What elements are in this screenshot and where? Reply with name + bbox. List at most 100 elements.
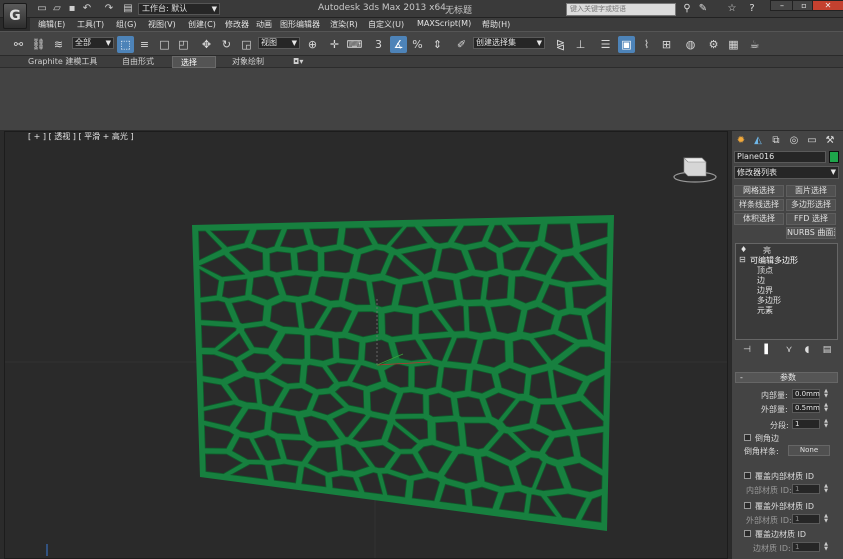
new-file-icon[interactable]: ▭	[36, 3, 48, 14]
link-icon[interactable]: ⚯	[10, 36, 27, 53]
parameters-rollout-header[interactable]: - 参数	[735, 372, 838, 383]
tab-object-paint[interactable]: 对象绘制	[224, 56, 272, 68]
rectangle-region-icon[interactable]: □	[156, 36, 173, 53]
tab-freeform[interactable]: 自由形式	[114, 56, 162, 68]
override-edge-id-checkbox[interactable]	[744, 530, 751, 537]
schematic-view-icon[interactable]: ⊞	[658, 36, 675, 53]
menu-edit[interactable]: 编辑(E)	[38, 19, 65, 30]
stack-item-element[interactable]: 元素	[757, 305, 773, 316]
honeycomb-panel-mesh[interactable]	[192, 215, 614, 531]
favorites-icon[interactable]: ☆	[726, 3, 738, 15]
patch-select-button[interactable]: 面片选择	[786, 185, 836, 197]
named-selection-dropdown[interactable]: 创建选择集 ▼	[473, 37, 545, 49]
perspective-viewport[interactable]	[4, 131, 728, 559]
render-setup-icon[interactable]: ⚙	[705, 36, 722, 53]
menu-tools[interactable]: 工具(T)	[77, 19, 104, 30]
percent-snap-icon[interactable]: %	[409, 36, 426, 53]
configure-sets-icon[interactable]: ▤	[820, 344, 834, 356]
remove-modifier-icon[interactable]: ◖	[800, 344, 814, 356]
menu-create[interactable]: 创建(C)	[188, 19, 216, 30]
align-icon[interactable]: ⊥	[572, 36, 589, 53]
move-icon[interactable]: ✥	[198, 36, 215, 53]
menu-animation[interactable]: 动画	[256, 19, 272, 30]
graphite-toggle-icon[interactable]: ▣	[618, 36, 635, 53]
unlink-icon[interactable]: ⛓	[30, 36, 47, 53]
window-crossing-icon[interactable]: ◰	[175, 36, 192, 53]
bind-space-warp-icon[interactable]: ≋	[50, 36, 67, 53]
menu-modifiers[interactable]: 修改器	[225, 19, 249, 30]
utilities-panel-icon[interactable]: ⚒	[823, 134, 837, 148]
spinner-arrows-icon[interactable]: ▲ ▼	[823, 514, 829, 524]
save-icon[interactable]: ▪	[66, 3, 78, 14]
create-panel-icon[interactable]: ✹	[734, 134, 748, 148]
volume-select-button[interactable]: 体积选择	[734, 213, 784, 225]
menu-rendering[interactable]: 渲染(R)	[330, 19, 358, 30]
viewport-canvas[interactable]	[5, 132, 728, 559]
outer-amount-field[interactable]: 0.5mm	[792, 403, 820, 413]
edit-named-selection-icon[interactable]: ✐	[453, 36, 470, 53]
object-color-swatch[interactable]	[829, 151, 839, 163]
menu-help[interactable]: 帮助(H)	[482, 19, 510, 30]
override-outer-id-checkbox[interactable]	[744, 502, 751, 509]
menu-views[interactable]: 视图(V)	[148, 19, 176, 30]
help-icon[interactable]: ?	[746, 3, 758, 15]
scale-icon[interactable]: ◲	[238, 36, 255, 53]
selection-filter-dropdown[interactable]: 全部 ▼	[72, 37, 114, 49]
chamfer-spline-button[interactable]: None	[788, 445, 830, 456]
undo-icon[interactable]: ↶	[81, 3, 93, 14]
outer-id-field[interactable]: 1	[792, 514, 820, 524]
chamfer-edges-checkbox[interactable]	[744, 434, 751, 441]
spinner-arrows-icon[interactable]: ▲ ▼	[823, 542, 829, 552]
light-bulb-icon[interactable]: ♦	[740, 245, 747, 254]
tab-selection[interactable]: 选择	[172, 56, 216, 68]
minimize-button[interactable]: –	[770, 0, 794, 11]
object-name-field[interactable]: Plane016	[734, 151, 826, 163]
menu-customize[interactable]: 自定义(U)	[368, 19, 404, 30]
select-by-name-icon[interactable]: ≡	[136, 36, 153, 53]
inner-amount-field[interactable]: 0.0mm	[792, 389, 820, 399]
spinner-arrows-icon[interactable]: ▲ ▼	[823, 403, 829, 413]
open-file-icon[interactable]: ▱	[51, 3, 63, 14]
menu-graph-editors[interactable]: 图形编辑器	[280, 19, 320, 30]
edge-id-field[interactable]: 1	[792, 542, 820, 552]
binoculars-icon[interactable]: ⚲	[681, 3, 693, 15]
rendered-frame-icon[interactable]: ▦	[725, 36, 742, 53]
motion-panel-icon[interactable]: ◎	[787, 134, 801, 148]
snaps-toggle-icon[interactable]: 3	[370, 36, 387, 53]
mirror-icon[interactable]: ⧎	[552, 36, 569, 53]
select-manipulate-icon[interactable]: ✛	[326, 36, 343, 53]
pivot-center-icon[interactable]: ⊕	[304, 36, 321, 53]
project-folder-icon[interactable]: ▤	[122, 3, 134, 14]
search-input[interactable]: 键入关键字或短语	[566, 3, 676, 16]
material-editor-icon[interactable]: ◍	[682, 36, 699, 53]
spinner-arrows-icon[interactable]: ▲ ▼	[823, 419, 829, 429]
modify-panel-icon[interactable]: ◭	[751, 134, 765, 148]
override-inner-id-checkbox[interactable]	[744, 472, 751, 479]
mesh-select-button[interactable]: 网格选择	[734, 185, 784, 197]
reference-coordinate-dropdown[interactable]: 视图 ▼	[258, 37, 300, 49]
modifier-list-dropdown[interactable]: 修改器列表 ▼	[734, 166, 839, 179]
menu-maxscript[interactable]: MAXScript(M)	[417, 19, 471, 28]
ribbon-options-icon[interactable]: ◘▾	[285, 56, 311, 68]
menu-group[interactable]: 组(G)	[116, 19, 136, 30]
spinner-arrows-icon[interactable]: ▲ ▼	[823, 389, 829, 399]
segments-field[interactable]: 1	[792, 419, 820, 429]
spinner-snap-icon[interactable]: ⇕	[429, 36, 446, 53]
redo-icon[interactable]: ↷	[103, 3, 115, 14]
spinner-arrows-icon[interactable]: ▲ ▼	[823, 484, 829, 494]
viewcube[interactable]	[672, 154, 718, 184]
spline-select-button[interactable]: 样条线选择	[734, 199, 784, 211]
app-logo[interactable]: G	[3, 3, 27, 29]
display-panel-icon[interactable]: ▭	[805, 134, 819, 148]
render-icon[interactable]: ☕	[746, 36, 763, 53]
poly-select-button[interactable]: 多边形选择	[786, 199, 836, 211]
tab-graphite-modeling[interactable]: Graphite 建模工具	[20, 56, 105, 68]
close-button[interactable]: ✕	[812, 0, 843, 11]
expand-toggle-icon[interactable]: ⊟	[739, 255, 746, 264]
rotate-icon[interactable]: ↻	[218, 36, 235, 53]
hierarchy-panel-icon[interactable]: ⧉	[769, 134, 783, 148]
workspace-dropdown[interactable]: 工作台: 默认 ▼	[138, 3, 220, 15]
keyboard-shortcut-icon[interactable]: ⌨	[346, 36, 363, 53]
curve-editor-icon[interactable]: ⌇	[638, 36, 655, 53]
wrench-icon[interactable]: ✎	[697, 3, 709, 15]
